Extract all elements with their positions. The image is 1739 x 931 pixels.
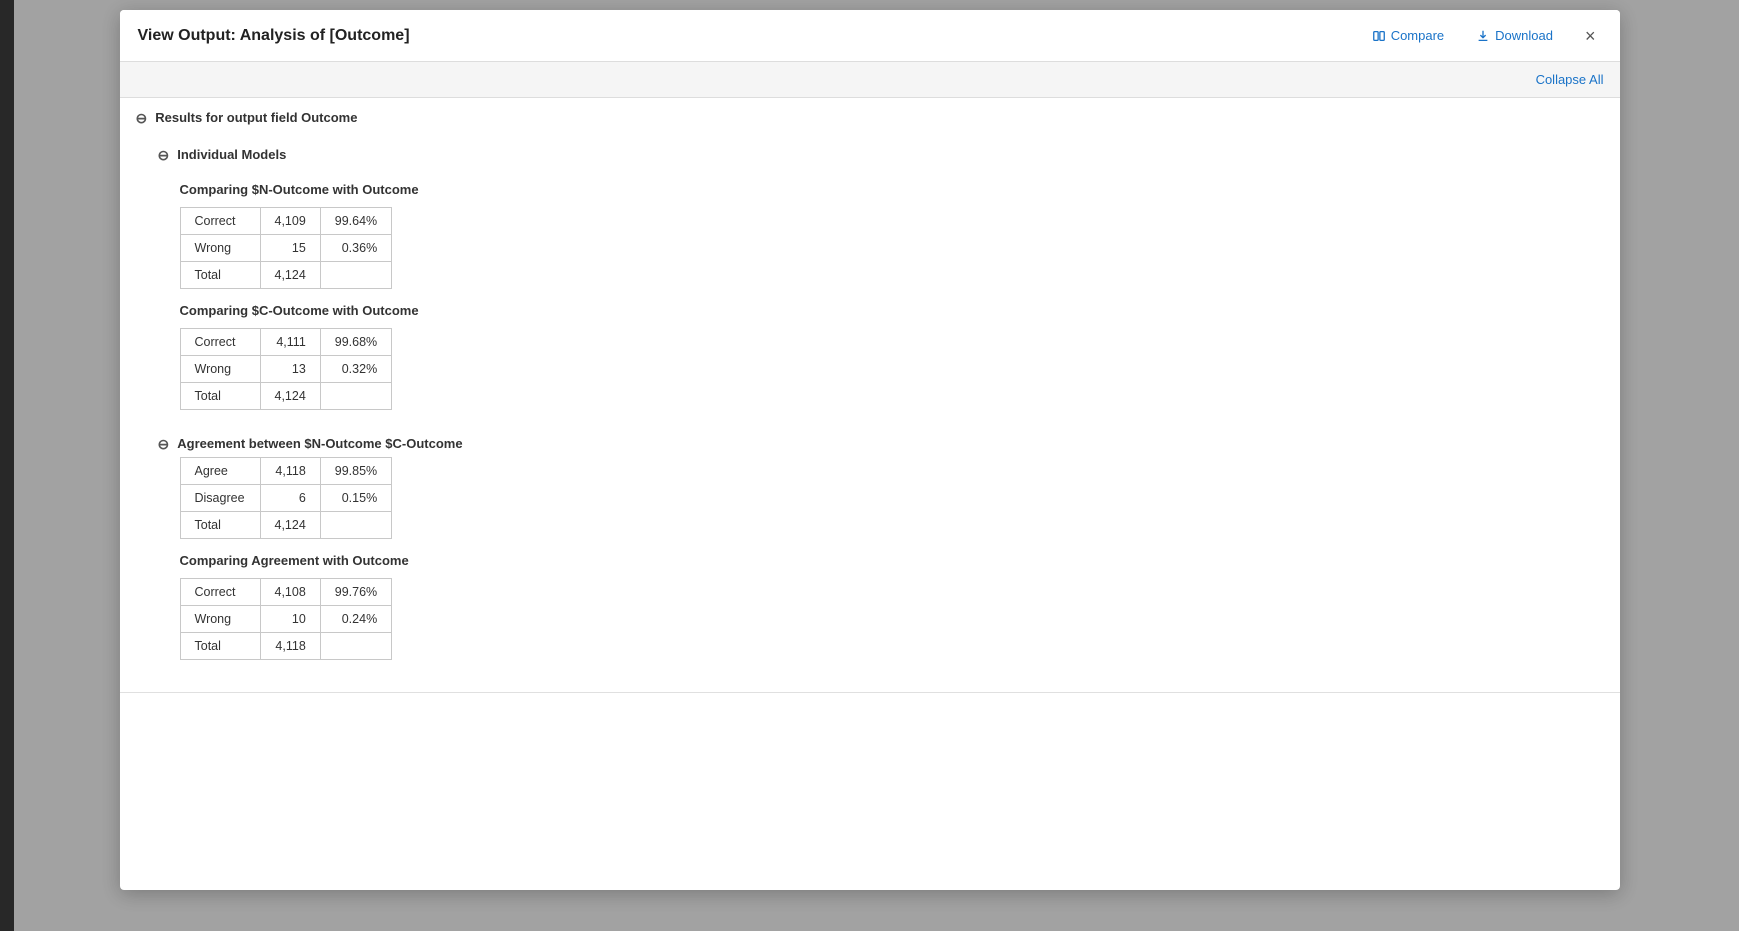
individual-models-collapse-icon: ⊖ [158,148,170,162]
cell-label: Correct [180,579,260,606]
cell-label: Total [180,262,260,289]
cell-count: 4,118 [260,458,320,485]
cell-label: Total [180,383,260,410]
cell-label: Total [180,512,260,539]
modal-overlay: View Output: Analysis of [Outcome] Compa… [0,0,1739,931]
table-row: Disagree 6 0.15% [180,485,392,512]
individual-models-content: Comparing $N-Outcome with Outcome Correc… [158,182,1604,418]
table-row: Correct 4,108 99.76% [180,579,392,606]
results-collapse-icon: ⊖ [136,111,148,125]
cell-pct: 0.36% [320,235,391,262]
table1: Correct 4,109 99.64% Wrong 15 0.36% [180,207,393,289]
cell-count: 4,118 [260,633,320,660]
cell-pct: 0.32% [320,356,391,383]
table-row: Total 4,118 [180,633,392,660]
cell-label: Wrong [180,606,260,633]
cell-pct [320,512,391,539]
table-row: Agree 4,118 99.85% [180,458,392,485]
header-actions: Compare Download × [1366,24,1602,47]
table-row: Total 4,124 [180,262,392,289]
cell-count: 4,124 [260,383,320,410]
cell-count: 6 [260,485,320,512]
cell-label: Agree [180,458,260,485]
cell-label: Correct [180,329,260,356]
agreement-table1: Agree 4,118 99.85% Disagree 6 0.15% [180,457,393,539]
results-section-content: ⊖ Individual Models Comparing $N-Outcome… [120,137,1620,692]
cell-pct: 99.76% [320,579,391,606]
table-row: Total 4,124 [180,383,392,410]
compare-label: Compare [1391,28,1444,43]
cell-pct: 99.64% [320,208,391,235]
close-button[interactable]: × [1579,25,1602,47]
cell-count: 4,124 [260,512,320,539]
cell-label: Correct [180,208,260,235]
download-label: Download [1495,28,1553,43]
results-section-header[interactable]: ⊖ Results for output field Outcome [120,98,1620,137]
individual-models-label: Individual Models [177,147,286,162]
table1-title: Comparing $N-Outcome with Outcome [180,182,1604,197]
cell-pct: 0.24% [320,606,391,633]
table2-title: Comparing $C-Outcome with Outcome [180,303,1604,318]
modal: View Output: Analysis of [Outcome] Compa… [120,10,1620,890]
cell-count: 4,109 [260,208,320,235]
cell-pct: 0.15% [320,485,391,512]
table-row: Total 4,124 [180,512,392,539]
results-section-label: Results for output field Outcome [155,110,357,125]
individual-models-header[interactable]: ⊖ Individual Models [158,137,1604,168]
agreement-section: ⊖ Agreement between $N-Outcome $C-Outcom… [158,426,1604,668]
agreement-table2-title: Comparing Agreement with Outcome [180,553,1604,568]
agreement-section-content: Agree 4,118 99.85% Disagree 6 0.15% [158,457,1604,668]
table-row: Correct 4,111 99.68% [180,329,392,356]
cell-label: Total [180,633,260,660]
cell-label: Wrong [180,235,260,262]
table-row: Wrong 13 0.32% [180,356,392,383]
agreement-table2: Correct 4,108 99.76% Wrong 10 0.24% [180,578,393,660]
individual-models-section: ⊖ Individual Models Comparing $N-Outcome… [158,137,1604,418]
compare-icon [1372,29,1386,43]
cell-label: Wrong [180,356,260,383]
table-row: Correct 4,109 99.64% [180,208,392,235]
cell-count: 4,111 [260,329,320,356]
table-row: Wrong 15 0.36% [180,235,392,262]
cell-label: Disagree [180,485,260,512]
download-icon [1476,29,1490,43]
cell-pct [320,262,391,289]
agreement-section-label: Agreement between $N-Outcome $C-Outcome [177,436,462,451]
collapse-all-button[interactable]: Collapse All [1536,72,1604,87]
toolbar: Collapse All [120,62,1620,98]
modal-title: View Output: Analysis of [Outcome] [138,27,410,45]
cell-pct [320,383,391,410]
agreement-collapse-icon: ⊖ [158,437,170,451]
agreement-section-header[interactable]: ⊖ Agreement between $N-Outcome $C-Outcom… [158,426,1604,457]
results-section: ⊖ Results for output field Outcome ⊖ Ind… [120,98,1620,693]
download-button[interactable]: Download [1470,24,1559,47]
modal-body: ⊖ Results for output field Outcome ⊖ Ind… [120,98,1620,890]
cell-count: 4,124 [260,262,320,289]
cell-pct: 99.68% [320,329,391,356]
compare-button[interactable]: Compare [1366,24,1450,47]
cell-count: 15 [260,235,320,262]
cell-count: 4,108 [260,579,320,606]
cell-pct [320,633,391,660]
cell-count: 10 [260,606,320,633]
cell-pct: 99.85% [320,458,391,485]
table-row: Wrong 10 0.24% [180,606,392,633]
modal-header: View Output: Analysis of [Outcome] Compa… [120,10,1620,62]
table2: Correct 4,111 99.68% Wrong 13 0.32% [180,328,393,410]
cell-count: 13 [260,356,320,383]
